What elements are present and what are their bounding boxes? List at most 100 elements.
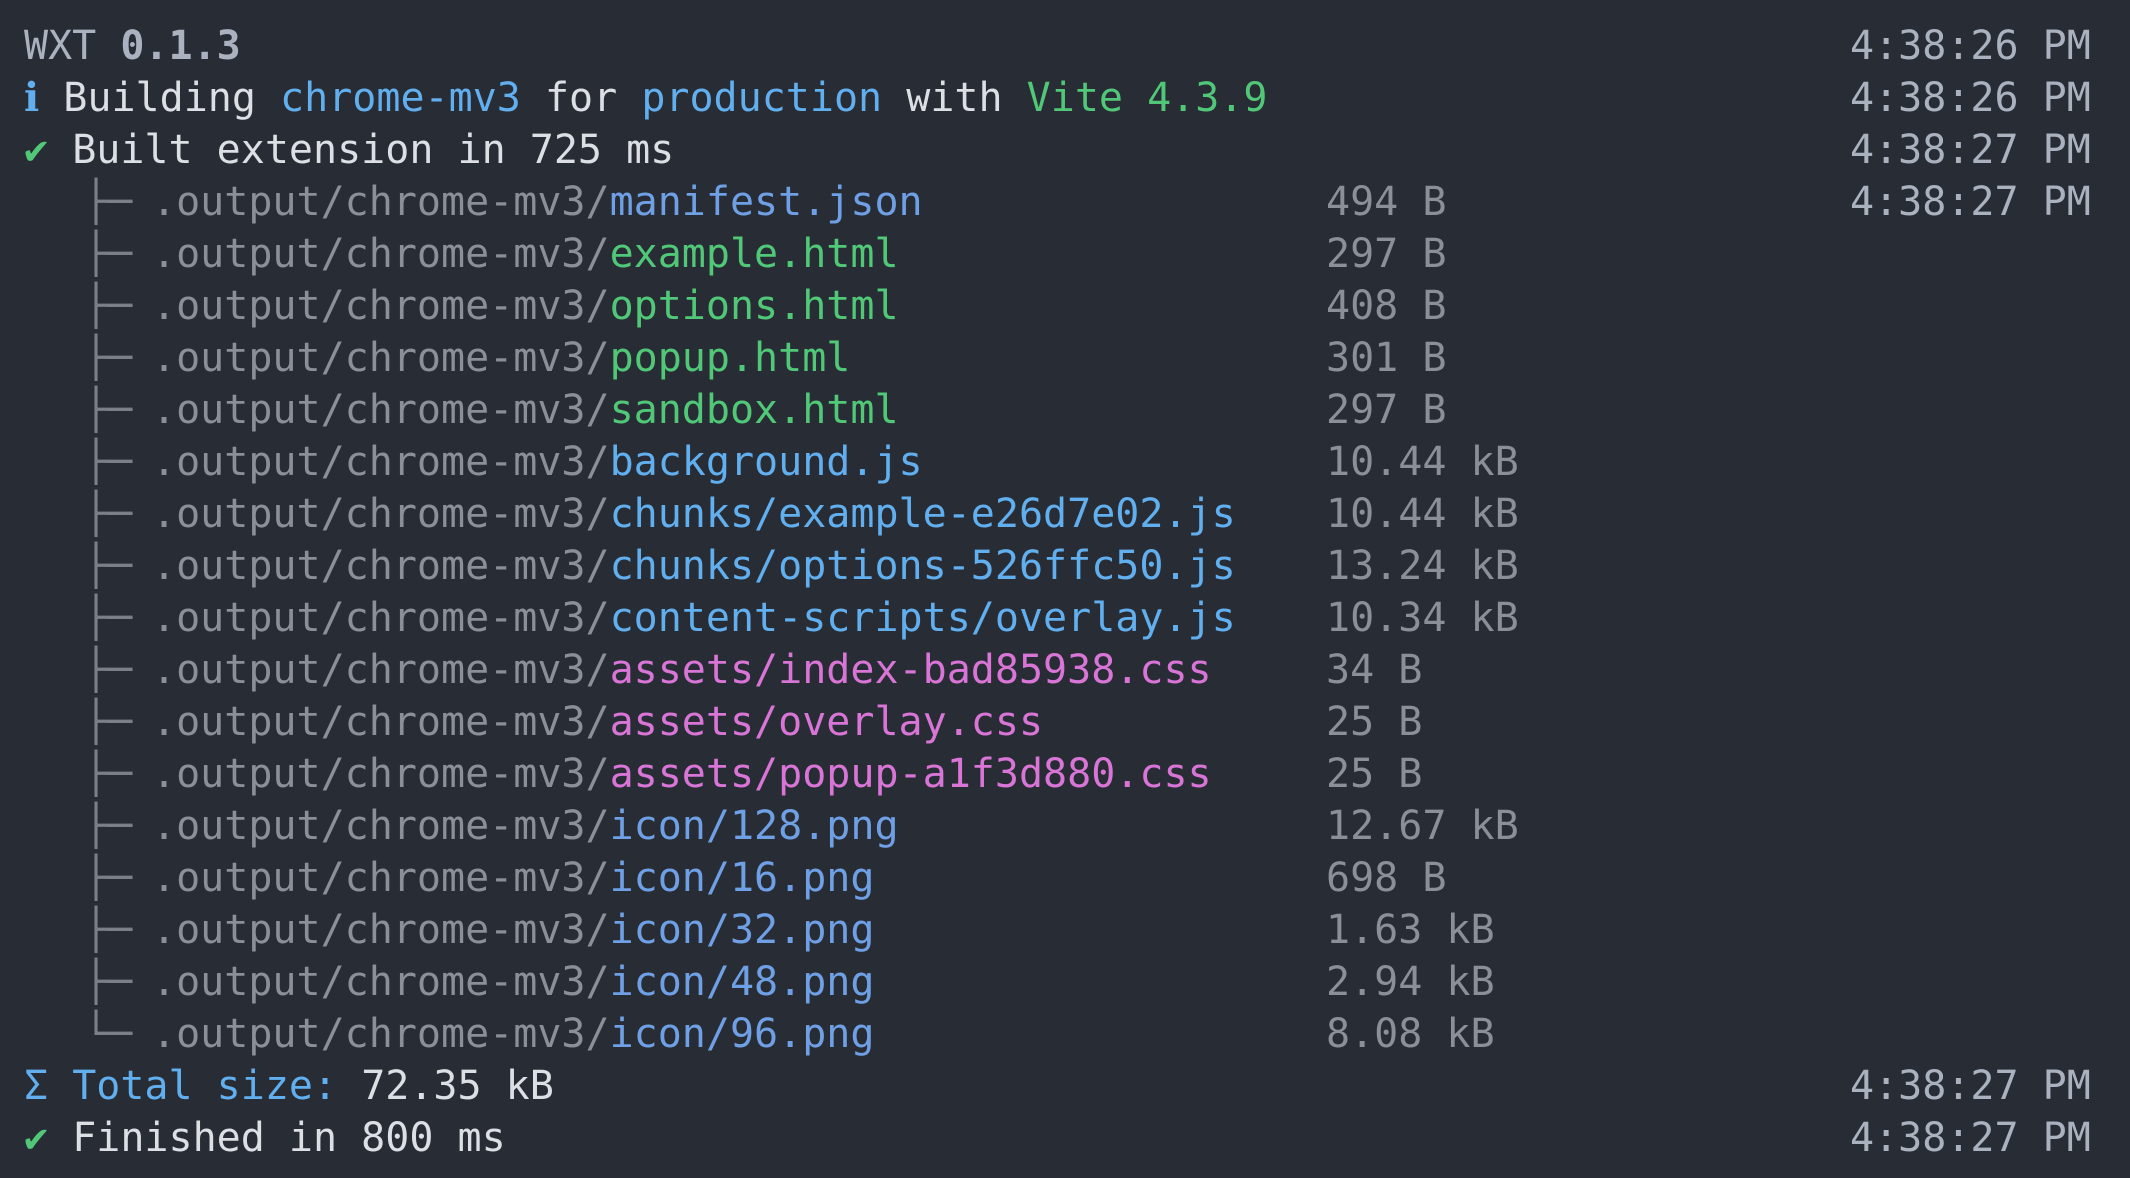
tree-branch-icon: ├─ — [84, 543, 133, 589]
file-row: ├─ .output/chrome-mv3/icon/128.png 12.67 k… — [0, 800, 2130, 852]
finished-text: Finished in 800 ms — [72, 1115, 506, 1161]
file-size: 13.24 kB — [1326, 543, 1519, 589]
tree-branch-icon: ├─ — [84, 283, 133, 329]
file-size: 10.44 kB — [1326, 491, 1519, 537]
file-path: .output/chrome-mv3/icon/128.png — [152, 800, 899, 852]
tree-branch-icon: ├─ — [84, 959, 133, 1005]
file-size: 698 B — [1326, 855, 1447, 901]
file-row: ├─ .output/chrome-mv3/options.html 408 B — [0, 280, 2130, 332]
tree-branch-icon: ├─ — [84, 855, 133, 901]
output-prefix: .output/chrome-mv3/ — [152, 959, 610, 1005]
file-size: 12.67 kB — [1326, 803, 1519, 849]
file-name: assets/overlay.css — [609, 699, 1044, 745]
file-path: .output/chrome-mv3/chunks/example-e26d7e… — [152, 488, 1236, 540]
output-prefix: .output/chrome-mv3/ — [152, 179, 610, 225]
file-name: manifest.json — [609, 179, 923, 225]
tree-branch-icon: ├─ — [84, 491, 133, 537]
file-row: ├─ .output/chrome-mv3/icon/32.png 1.63 kB — [0, 904, 2130, 956]
file-row: ├─ .output/chrome-mv3/assets/popup-a1f3d8… — [0, 748, 2130, 800]
file-name: icon/96.png — [609, 1011, 875, 1057]
word-for: for — [544, 75, 618, 121]
file-name: assets/index-bad85938.css — [609, 647, 1212, 693]
output-prefix: .output/chrome-mv3/ — [152, 335, 610, 381]
file-row: ├─ .output/chrome-mv3/icon/16.png 698 B — [0, 852, 2130, 904]
built-line: ✔ Built extension in 725 ms 4:38:27 PM — [0, 124, 2130, 176]
output-prefix: .output/chrome-mv3/ — [152, 1011, 610, 1057]
file-path: .output/chrome-mv3/example.html — [152, 228, 899, 280]
bundler-version: Vite 4.3.9 — [1026, 75, 1268, 121]
output-file-list: ├─ .output/chrome-mv3/manifest.json 494 B 4… — [0, 176, 2130, 1060]
tree-branch-icon: ├─ — [84, 907, 133, 953]
check-icon: ✔ — [24, 1115, 49, 1161]
file-size: 8.08 kB — [1326, 1011, 1495, 1057]
file-row: ├─ .output/chrome-mv3/background.js 10.44 … — [0, 436, 2130, 488]
file-size: 494 B — [1326, 179, 1447, 225]
file-path: .output/chrome-mv3/icon/96.png — [152, 1008, 874, 1060]
file-size: 2.94 kB — [1326, 959, 1495, 1005]
file-path: .output/chrome-mv3/options.html — [152, 280, 899, 332]
file-row: ├─ .output/chrome-mv3/chunks/options-526f… — [0, 540, 2130, 592]
file-size: 1.63 kB — [1326, 907, 1495, 953]
file-path: .output/chrome-mv3/background.js — [152, 436, 923, 488]
tree-branch-icon: ├─ — [84, 179, 133, 225]
file-name: chunks/options-526ffc50.js — [609, 543, 1236, 589]
output-prefix: .output/chrome-mv3/ — [152, 387, 610, 433]
file-path: .output/chrome-mv3/popup.html — [152, 332, 850, 384]
build-target: chrome-mv3 — [280, 75, 521, 121]
tree-branch-icon: ├─ — [84, 595, 133, 641]
file-name: example.html — [609, 231, 899, 277]
build-prefix: Building — [63, 75, 256, 121]
file-row: ├─ .output/chrome-mv3/sandbox.html 297 B — [0, 384, 2130, 436]
output-prefix: .output/chrome-mv3/ — [152, 699, 610, 745]
file-size: 25 B — [1326, 751, 1423, 797]
timestamp: 4:38:27 PM — [1850, 1115, 2091, 1161]
file-size: 25 B — [1326, 699, 1423, 745]
app-version: 0.1.3 — [120, 23, 241, 69]
file-size: 10.34 kB — [1326, 595, 1519, 641]
file-name: options.html — [609, 283, 899, 329]
output-prefix: .output/chrome-mv3/ — [152, 543, 610, 589]
file-size: 34 B — [1326, 647, 1423, 693]
info-icon: ℹ — [24, 75, 40, 121]
file-row: ├─ .output/chrome-mv3/assets/index-bad859… — [0, 644, 2130, 696]
file-name: background.js — [609, 439, 923, 485]
output-prefix: .output/chrome-mv3/ — [152, 647, 610, 693]
file-row: ├─ .output/chrome-mv3/manifest.json 494 B 4… — [0, 176, 2130, 228]
tree-branch-icon: ├─ — [84, 699, 133, 745]
total-size-wrap: Σ Total size: 72.35 kB — [24, 1060, 554, 1112]
file-path: .output/chrome-mv3/assets/index-bad85938… — [152, 644, 1212, 696]
file-row: ├─ .output/chrome-mv3/icon/48.png 2.94 kB — [0, 956, 2130, 1008]
file-path: .output/chrome-mv3/chunks/options-526ffc… — [152, 540, 1236, 592]
output-prefix: .output/chrome-mv3/ — [152, 855, 610, 901]
tree-branch-icon: ├─ — [84, 335, 133, 381]
output-prefix: .output/chrome-mv3/ — [152, 439, 610, 485]
output-prefix: .output/chrome-mv3/ — [152, 803, 610, 849]
header-left: WXT 0.1.3 — [24, 20, 241, 72]
file-path: .output/chrome-mv3/assets/overlay.css — [152, 696, 1043, 748]
tree-branch-icon: ├─ — [84, 231, 133, 277]
tree-branch-icon: ├─ — [84, 751, 133, 797]
total-size-label: Total size: — [72, 1063, 338, 1109]
tree-branch-icon: └─ — [84, 1011, 133, 1057]
file-size: 10.44 kB — [1326, 439, 1519, 485]
output-prefix: .output/chrome-mv3/ — [152, 283, 610, 329]
timestamp: 4:38:27 PM — [1850, 127, 2091, 173]
file-row: ├─ .output/chrome-mv3/chunks/example-e26d… — [0, 488, 2130, 540]
timestamp: 4:38:27 PM — [1850, 179, 2091, 225]
file-name: assets/popup-a1f3d880.css — [609, 751, 1212, 797]
build-info-line: ℹ Building chrome-mv3 for production wit… — [0, 72, 2130, 124]
file-name: chunks/example-e26d7e02.js — [609, 491, 1236, 537]
file-name: icon/128.png — [609, 803, 899, 849]
file-name: icon/32.png — [609, 907, 875, 953]
file-row: ├─ .output/chrome-mv3/example.html 297 B — [0, 228, 2130, 280]
file-size: 301 B — [1326, 335, 1447, 381]
header-line: WXT 0.1.3 4:38:26 PM — [0, 20, 2130, 72]
file-size: 297 B — [1326, 387, 1447, 433]
terminal-window: WXT 0.1.3 4:38:26 PM ℹ Building chrome-m… — [0, 0, 2130, 1178]
file-name: icon/48.png — [609, 959, 875, 1005]
file-name: popup.html — [609, 335, 851, 381]
file-size: 408 B — [1326, 283, 1447, 329]
timestamp: 4:38:26 PM — [1850, 23, 2091, 69]
total-size-value: 72.35 kB — [361, 1063, 554, 1109]
output-prefix: .output/chrome-mv3/ — [152, 907, 610, 953]
